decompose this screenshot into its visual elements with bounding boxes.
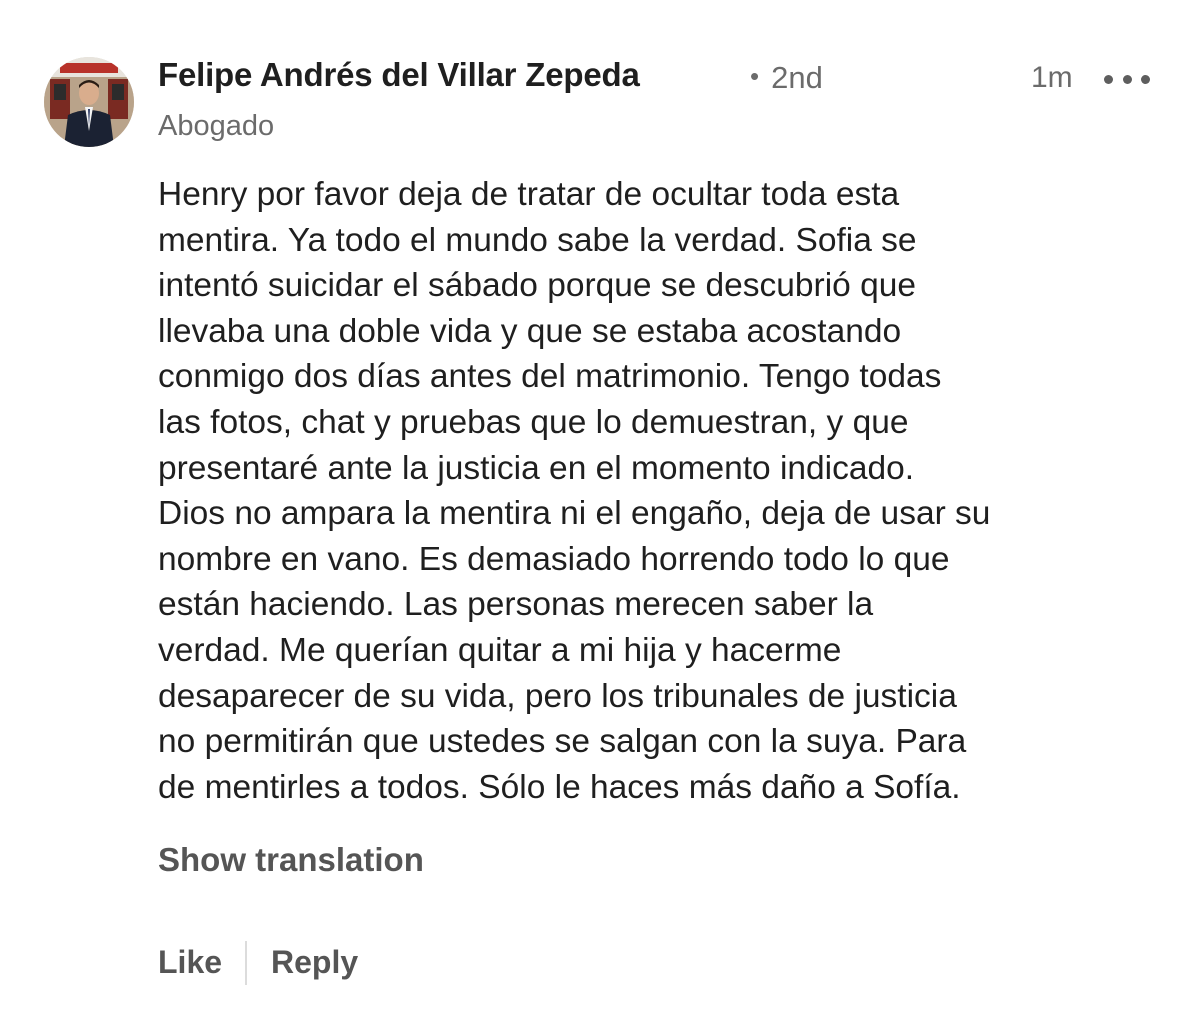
comment-line: están haciendo. Las personas merecen sab…	[158, 586, 874, 624]
comment-line: mentira. Ya todo el mundo sabe la verdad…	[158, 221, 917, 259]
comment-line: de mentirles a todos. Sólo le haces más …	[158, 768, 961, 806]
comment-timestamp: 1m	[1031, 61, 1073, 94]
comment-text: Henry por favor deja de tratar de oculta…	[158, 172, 1168, 810]
comment-line: llevaba una doble vida y que se estaba a…	[158, 312, 902, 350]
comment-line: conmigo dos días antes del matrimonio. T…	[158, 358, 942, 396]
reply-button[interactable]: Reply	[271, 944, 358, 981]
comment-line: Dios no ampara la mentira ni el engaño, …	[158, 495, 991, 533]
avatar[interactable]	[44, 57, 134, 147]
comment-line: intentó suicidar el sábado porque se des…	[158, 267, 916, 305]
show-translation-link[interactable]: Show translation	[158, 841, 424, 879]
connection-degree: • 2nd	[750, 60, 823, 96]
comment-line: presentaré ante la justicia en el moment…	[158, 449, 915, 487]
comment-line: verdad. Me querían quitar a mi hija y ha…	[158, 631, 842, 669]
profile-photo-icon	[44, 57, 134, 147]
comment-line: desaparecer de su vida, pero los tribuna…	[158, 677, 957, 715]
more-dot	[1141, 74, 1150, 84]
more-options-icon[interactable]	[1104, 62, 1150, 96]
author-name[interactable]: Felipe Andrés del Villar Zepeda	[158, 56, 640, 94]
separator-dot: •	[750, 61, 760, 91]
degree-label: 2nd	[771, 60, 823, 95]
author-headline: Abogado	[158, 110, 275, 142]
like-button[interactable]: Like	[158, 944, 222, 981]
action-divider	[245, 941, 247, 985]
comment-line: las fotos, chat y pruebas que lo demuest…	[158, 403, 909, 441]
comment-line: no permitirán que ustedes se salgan con …	[158, 723, 967, 761]
comment-line: nombre en vano. Es demasiado horrendo to…	[158, 540, 950, 578]
more-dot	[1104, 74, 1113, 84]
comment-line: Henry por favor deja de tratar de oculta…	[158, 176, 900, 213]
more-dot	[1122, 74, 1132, 84]
